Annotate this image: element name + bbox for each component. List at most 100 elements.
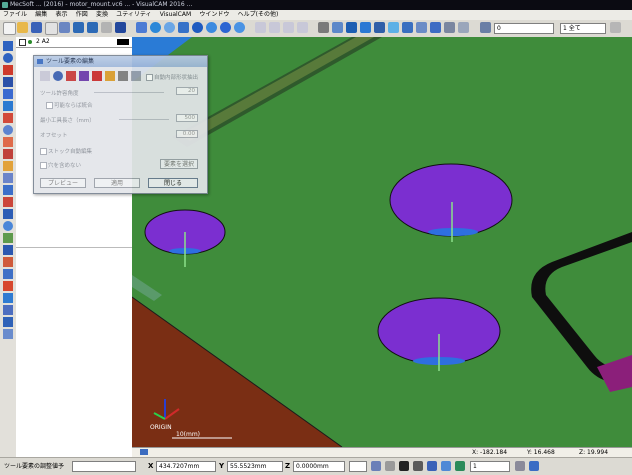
dialog-title-bar[interactable]: ツール要素の編集 bbox=[34, 56, 207, 67]
planar-icon[interactable] bbox=[413, 461, 423, 471]
menu-view[interactable]: 表示 bbox=[53, 10, 71, 20]
sphere-tool-icon[interactable] bbox=[3, 125, 13, 135]
menu-window[interactable]: ウインドウ bbox=[196, 10, 232, 20]
prompt-input[interactable] bbox=[72, 461, 136, 472]
analyze-tool-icon[interactable] bbox=[3, 305, 13, 315]
layer-visible-checkbox[interactable] bbox=[19, 39, 26, 46]
dialog-tool-1-icon[interactable] bbox=[40, 71, 50, 81]
menu-edit[interactable]: 編集 bbox=[32, 10, 50, 20]
close-button[interactable]: 閉じる bbox=[148, 178, 198, 188]
ortho-icon[interactable] bbox=[385, 461, 395, 471]
point-tool-icon[interactable] bbox=[3, 281, 13, 291]
z-coordinate-input[interactable]: 0.0000mm bbox=[293, 461, 345, 472]
unit-select[interactable] bbox=[349, 461, 367, 472]
help-status-icon[interactable] bbox=[529, 461, 539, 471]
polyline-tool-icon[interactable] bbox=[3, 77, 13, 87]
open-folder-icon[interactable] bbox=[17, 22, 28, 33]
stock-match-checkbox[interactable] bbox=[40, 148, 47, 155]
menu-transform[interactable]: 変換 bbox=[93, 10, 111, 20]
properties-icon[interactable] bbox=[402, 22, 413, 33]
tolerance-slider[interactable] bbox=[94, 92, 164, 93]
apply-button[interactable]: 適用 bbox=[94, 178, 140, 188]
save-icon[interactable] bbox=[31, 22, 42, 33]
curve-tool-icon[interactable] bbox=[3, 89, 13, 99]
machining-tool-icon[interactable] bbox=[3, 329, 13, 339]
y-coordinate-input[interactable]: 55.5523mm bbox=[227, 461, 283, 472]
tolerance-input[interactable]: 20 bbox=[176, 87, 198, 95]
menu-utility[interactable]: ユティリティ bbox=[113, 10, 154, 20]
dialog-tool-5-icon[interactable] bbox=[92, 71, 102, 81]
extrude-tool-icon[interactable] bbox=[3, 137, 13, 147]
view-front-icon[interactable] bbox=[269, 22, 280, 33]
lock-icon[interactable] bbox=[399, 461, 409, 471]
navigate-icon[interactable] bbox=[388, 22, 399, 33]
save-as-icon[interactable] bbox=[59, 22, 70, 33]
menu-draw[interactable]: 作図 bbox=[73, 10, 91, 20]
menu-file[interactable]: ファイル bbox=[0, 10, 30, 20]
trim-tool-icon[interactable] bbox=[3, 173, 13, 183]
stock-tool-icon[interactable] bbox=[3, 317, 13, 327]
pan-icon[interactable] bbox=[136, 22, 147, 33]
select-elements-button[interactable]: 要素を選択 bbox=[160, 159, 198, 169]
select-icon[interactable] bbox=[318, 22, 329, 33]
options-icon[interactable] bbox=[416, 22, 427, 33]
layers-status-icon[interactable] bbox=[515, 461, 525, 471]
dialog-tool-4-icon[interactable] bbox=[79, 71, 89, 81]
view-select[interactable]: 1 全て bbox=[560, 23, 606, 34]
dialog-tool-8-icon[interactable] bbox=[131, 71, 141, 81]
array-tool-icon[interactable] bbox=[3, 209, 13, 219]
shade-icon[interactable] bbox=[206, 22, 217, 33]
dialog-tool-2-icon[interactable] bbox=[53, 71, 63, 81]
wireframe-icon[interactable] bbox=[234, 22, 245, 33]
boolean-tool-icon[interactable] bbox=[3, 221, 13, 231]
count-select[interactable]: 1 bbox=[470, 461, 510, 472]
snap-icon[interactable] bbox=[346, 22, 357, 33]
dialog-tool-3-icon[interactable] bbox=[66, 71, 76, 81]
merge-checkbox[interactable] bbox=[46, 102, 53, 109]
measure-icon[interactable] bbox=[444, 22, 455, 33]
material-icon[interactable] bbox=[374, 22, 385, 33]
grid-icon[interactable] bbox=[101, 22, 112, 33]
offset-input[interactable]: 0.00 bbox=[176, 130, 198, 138]
dimension-tool-icon[interactable] bbox=[3, 257, 13, 267]
text-tool-icon[interactable] bbox=[3, 269, 13, 279]
zoom-icon[interactable] bbox=[150, 22, 161, 33]
cplane-icon[interactable] bbox=[427, 461, 437, 471]
world-icon[interactable] bbox=[441, 461, 451, 471]
layer-manager-icon[interactable] bbox=[360, 22, 371, 33]
arc-tool-icon[interactable] bbox=[3, 65, 13, 75]
layer-select[interactable]: 0 bbox=[494, 23, 554, 34]
revolve-tool-icon[interactable] bbox=[3, 149, 13, 159]
min-tool-length-input[interactable]: 500 bbox=[176, 114, 198, 122]
fillet-tool-icon[interactable] bbox=[3, 161, 13, 171]
pick-icon[interactable] bbox=[332, 22, 343, 33]
print-icon[interactable] bbox=[45, 22, 58, 35]
circle-tool-icon[interactable] bbox=[3, 53, 13, 63]
settings-icon[interactable] bbox=[458, 22, 469, 33]
offset-tool-icon[interactable] bbox=[3, 185, 13, 195]
surface-tool-icon[interactable] bbox=[3, 233, 13, 243]
min-tool-length-slider[interactable] bbox=[119, 119, 169, 120]
include-holes-checkbox[interactable] bbox=[40, 162, 47, 169]
display-icon[interactable] bbox=[455, 461, 465, 471]
snap-grid-icon[interactable] bbox=[371, 461, 381, 471]
view-tab-icon[interactable] bbox=[140, 449, 148, 455]
menu-help[interactable]: ヘルプ(その他) bbox=[235, 10, 282, 20]
mesh-tool-icon[interactable] bbox=[3, 245, 13, 255]
preview-button[interactable]: プレビュー bbox=[40, 178, 86, 188]
view-iso-icon[interactable] bbox=[297, 22, 308, 33]
dialog-tool-7-icon[interactable] bbox=[118, 71, 128, 81]
info-icon[interactable] bbox=[430, 22, 441, 33]
x-coordinate-input[interactable]: 434.7207mm bbox=[156, 461, 216, 472]
window-layout-icon[interactable] bbox=[115, 22, 126, 33]
inner-pocket-checkbox[interactable] bbox=[146, 74, 153, 81]
rotate-view-icon[interactable] bbox=[192, 22, 203, 33]
layer-color-swatch[interactable] bbox=[117, 39, 129, 45]
menu-visualcam[interactable]: VisualCAM bbox=[157, 10, 194, 20]
view-right-icon[interactable] bbox=[283, 22, 294, 33]
zoom-extents-icon[interactable] bbox=[178, 22, 189, 33]
mirror-tool-icon[interactable] bbox=[3, 197, 13, 207]
toolbar-options-icon[interactable] bbox=[610, 22, 621, 33]
layer-row[interactable]: 2 A2 bbox=[16, 37, 132, 48]
view-top-icon[interactable] bbox=[255, 22, 266, 33]
